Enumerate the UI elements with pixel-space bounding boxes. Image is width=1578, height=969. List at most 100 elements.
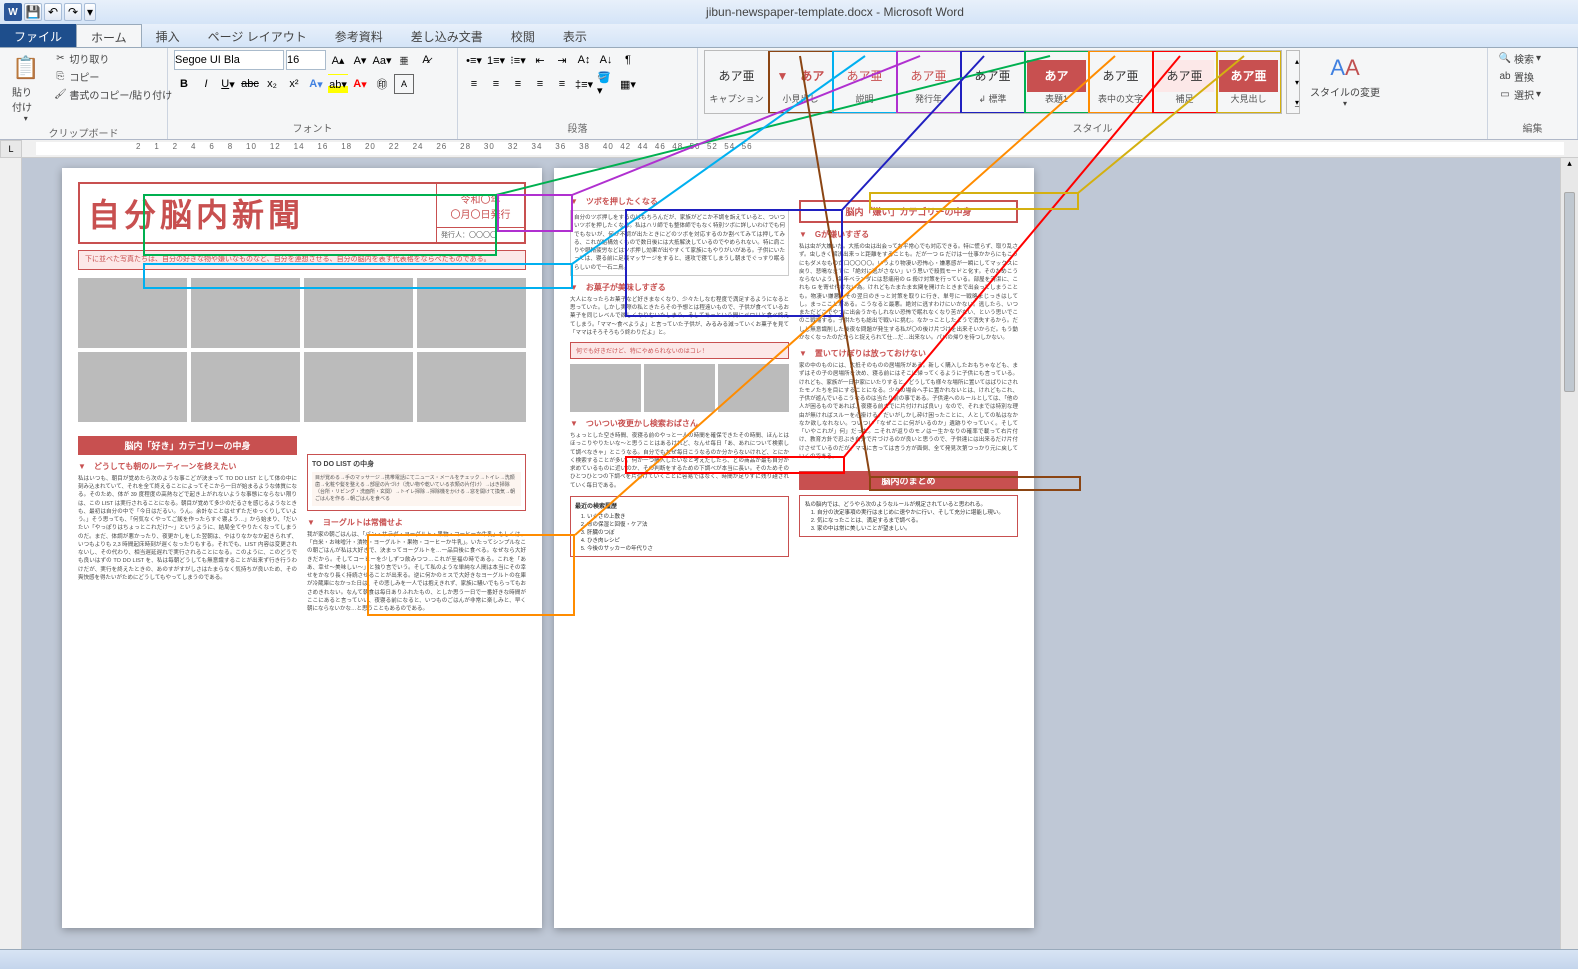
borders-button[interactable]: ▦▾ [618,74,638,94]
tab-review[interactable]: 校閲 [497,24,549,47]
shading-button[interactable]: 🪣▾ [596,74,616,94]
page-2[interactable]: ツボを押したくなる 自分のツボ押しをするのはもちろんだが、家族がどこか不調を訴え… [554,168,1034,928]
photo-placeholder[interactable] [78,278,187,348]
photo-placeholder[interactable] [644,364,715,412]
qat-save-button[interactable]: 💾 [24,3,42,21]
tab-references[interactable]: 参考資料 [321,24,397,47]
body-text[interactable]: 我が家の朝ごはんは、「パン・サラダ・ヨーグルト・果物・コーヒーか牛乳」もしくは、… [307,531,526,614]
align-left-button[interactable]: ≡ [464,74,484,94]
line-spacing-button[interactable]: ‡≡▾ [574,74,594,94]
superscript-button[interactable]: x² [284,74,304,94]
photo-placeholder[interactable] [417,352,526,422]
sort-button[interactable]: A↓ [596,50,616,70]
italic-button[interactable]: I [196,74,216,94]
newspaper-description[interactable]: 下に並べた写真たちは、自分の好きな物や嫌いなものなど、自分を連想させる、自分の脳… [78,250,526,270]
qat-undo-button[interactable]: ↶ [44,3,62,21]
style-item-発行年[interactable]: あア亜発行年 [897,51,961,113]
list-item[interactable]: 布の保湿と回復・ケア法 [587,520,784,528]
section-heading[interactable]: ツボを押したくなる [570,196,789,207]
font-size-select[interactable] [286,50,326,70]
style-item-大見出し[interactable]: あア亜大見出し [1217,51,1281,113]
bold-button[interactable]: B [174,74,194,94]
summary-header[interactable]: 脳内のまとめ [799,471,1018,490]
section-heading[interactable]: ヨーグルトは常備せよ [307,517,526,528]
paste-button[interactable]: 📋 貼り付け ▾ [6,50,45,125]
list-item[interactable]: 家の中は常に美しいことが望ましい。 [817,524,1012,532]
style-item-説明[interactable]: あア亜説明 [833,51,897,113]
subscript-button[interactable]: x₂ [262,74,282,94]
list-item[interactable]: いぐさの上敷き [587,512,784,520]
summary-list[interactable]: 自分の決定事項の実行はまじめに速やかに行い、そして充分に堪能し現い。気になったこ… [817,508,1012,532]
document-scroll[interactable]: 自分脳内新聞 令和〇年 〇月〇日発行 発行人：〇〇〇〇 下に並べた写真たちは、自… [22,158,1560,949]
replace-button[interactable]: ab置換 [1494,68,1545,85]
style-item-↲ 標準[interactable]: あア亜↲ 標準 [961,51,1025,113]
clear-formatting-button[interactable]: A̷ [416,50,436,70]
qat-customize-button[interactable]: ▾ [84,3,96,21]
qat-redo-button[interactable]: ↷ [64,3,82,21]
todo-content[interactable]: 目が覚める→手のマッサージ→携帯電話にてニュース・メールをチェック→トイレ→洗顔… [312,472,521,506]
todo-title[interactable]: TO DO LIST の中身 [312,459,521,469]
list-item[interactable]: 今後のサッカーの年代りさ [587,544,784,552]
newspaper-issuer[interactable]: 発行人：〇〇〇〇 [437,227,524,242]
copy-button[interactable]: ⎘コピー [49,68,176,85]
newspaper-date[interactable]: 令和〇年 〇月〇日発行 [437,184,524,227]
style-item-小見出し[interactable]: ▼ あア小見出し [769,51,833,113]
highlight-box[interactable]: 何でも好きだけど、特にやめられないのはコレ！ [570,342,789,359]
section-heading[interactable]: ついつい夜更かし検索おばさん [570,418,789,429]
style-item-表題1[interactable]: あア表題1 [1025,51,1089,113]
ruler-vertical[interactable] [0,158,22,949]
align-center-button[interactable]: ≡ [486,74,506,94]
bullets-button[interactable]: •≡▾ [464,50,484,70]
increase-indent-button[interactable]: ⇥ [552,50,572,70]
phonetic-guide-button[interactable]: 亜 [394,50,414,70]
list-item[interactable]: ひき肉レシピ [587,536,784,544]
photo-placeholder[interactable] [78,352,187,422]
body-text[interactable]: ちょっとした空き時間、夜寝る前のやっと一人の時間を確保できたその時間、ほんとはほ… [570,432,789,490]
change-case-button[interactable]: Aa▾ [372,50,392,70]
find-button[interactable]: 🔍検索▾ [1494,50,1545,67]
justify-button[interactable]: ≡ [530,74,550,94]
photo-placeholder[interactable] [417,278,526,348]
section-heading[interactable]: 置いてけぼりは放っておけない [799,348,1018,359]
style-item-補足[interactable]: あア亜補足 [1153,51,1217,113]
show-marks-button[interactable]: ¶ [618,50,638,70]
page-1[interactable]: 自分脳内新聞 令和〇年 〇月〇日発行 発行人：〇〇〇〇 下に並べた写真たちは、自… [62,168,542,928]
font-name-select[interactable] [174,50,284,70]
numbering-button[interactable]: 1≡▾ [486,50,506,70]
cut-button[interactable]: ✂切り取り [49,50,176,67]
font-color-button[interactable]: A▾ [350,74,370,94]
list-item[interactable]: 自分の決定事項の実行はまじめに速やかに行い、そして充分に堪能し現い。 [817,508,1012,516]
tab-home[interactable]: ホーム [76,24,142,47]
tab-page-layout[interactable]: ページ レイアウト [194,24,321,47]
newspaper-title[interactable]: 自分脳内新聞 [80,184,430,242]
change-styles-button[interactable]: AA スタイルの変更 ▾ [1304,50,1386,110]
select-button[interactable]: ▭選択▾ [1494,86,1545,103]
summary-intro[interactable]: 私の脳内では、どうやら次のようなルールが規定されていると思われる。 [805,500,1012,508]
style-item-キャプション[interactable]: あア亜キャプション [705,51,769,113]
body-text[interactable]: 大人になったらお菓子など好きまなくなり、少々たしなむ程度で満足するようになると思… [570,296,789,337]
photo-placeholder[interactable] [570,364,641,412]
tab-insert[interactable]: 挿入 [142,24,194,47]
category-header-like[interactable]: 脳内「好き」カテゴリーの中身 [78,436,297,455]
shrink-font-button[interactable]: A▾ [350,50,370,70]
style-item-表中の文字[interactable]: あア亜表中の文字 [1089,51,1153,113]
enclose-chars-button[interactable]: ㊞ [372,74,392,94]
body-text[interactable]: 自分のツボ押しをするのはもちろんだが、家族がどこか不調を訴えていると、ついついツ… [570,210,789,276]
photo-placeholder[interactable] [191,352,300,422]
underline-button[interactable]: U▾ [218,74,238,94]
search-history-title[interactable]: 最近の検索履歴 [575,501,784,510]
align-right-button[interactable]: ≡ [508,74,528,94]
section-heading[interactable]: どうしても朝のルーティーンを終えたい [78,461,297,472]
decrease-indent-button[interactable]: ⇤ [530,50,550,70]
photo-placeholder[interactable] [304,278,413,348]
highlight-button[interactable]: ab▾ [328,74,348,94]
tab-mailings[interactable]: 差し込み文書 [397,24,497,47]
multilevel-button[interactable]: ⁝≡▾ [508,50,528,70]
category-header-dislike[interactable]: 脳内「嫌い」カテゴリーの中身 [799,200,1018,223]
photo-placeholder[interactable] [191,278,300,348]
photo-placeholder[interactable] [304,352,413,422]
format-painter-button[interactable]: 🖌書式のコピー/貼り付け [49,86,176,103]
tab-view[interactable]: 表示 [549,24,601,47]
body-text[interactable]: 私は虫が大嫌いだ。大抵の虫は出会っても平常心でも対応できる。特に慌らず、取り乱さ… [799,243,1018,342]
grow-font-button[interactable]: A▴ [328,50,348,70]
